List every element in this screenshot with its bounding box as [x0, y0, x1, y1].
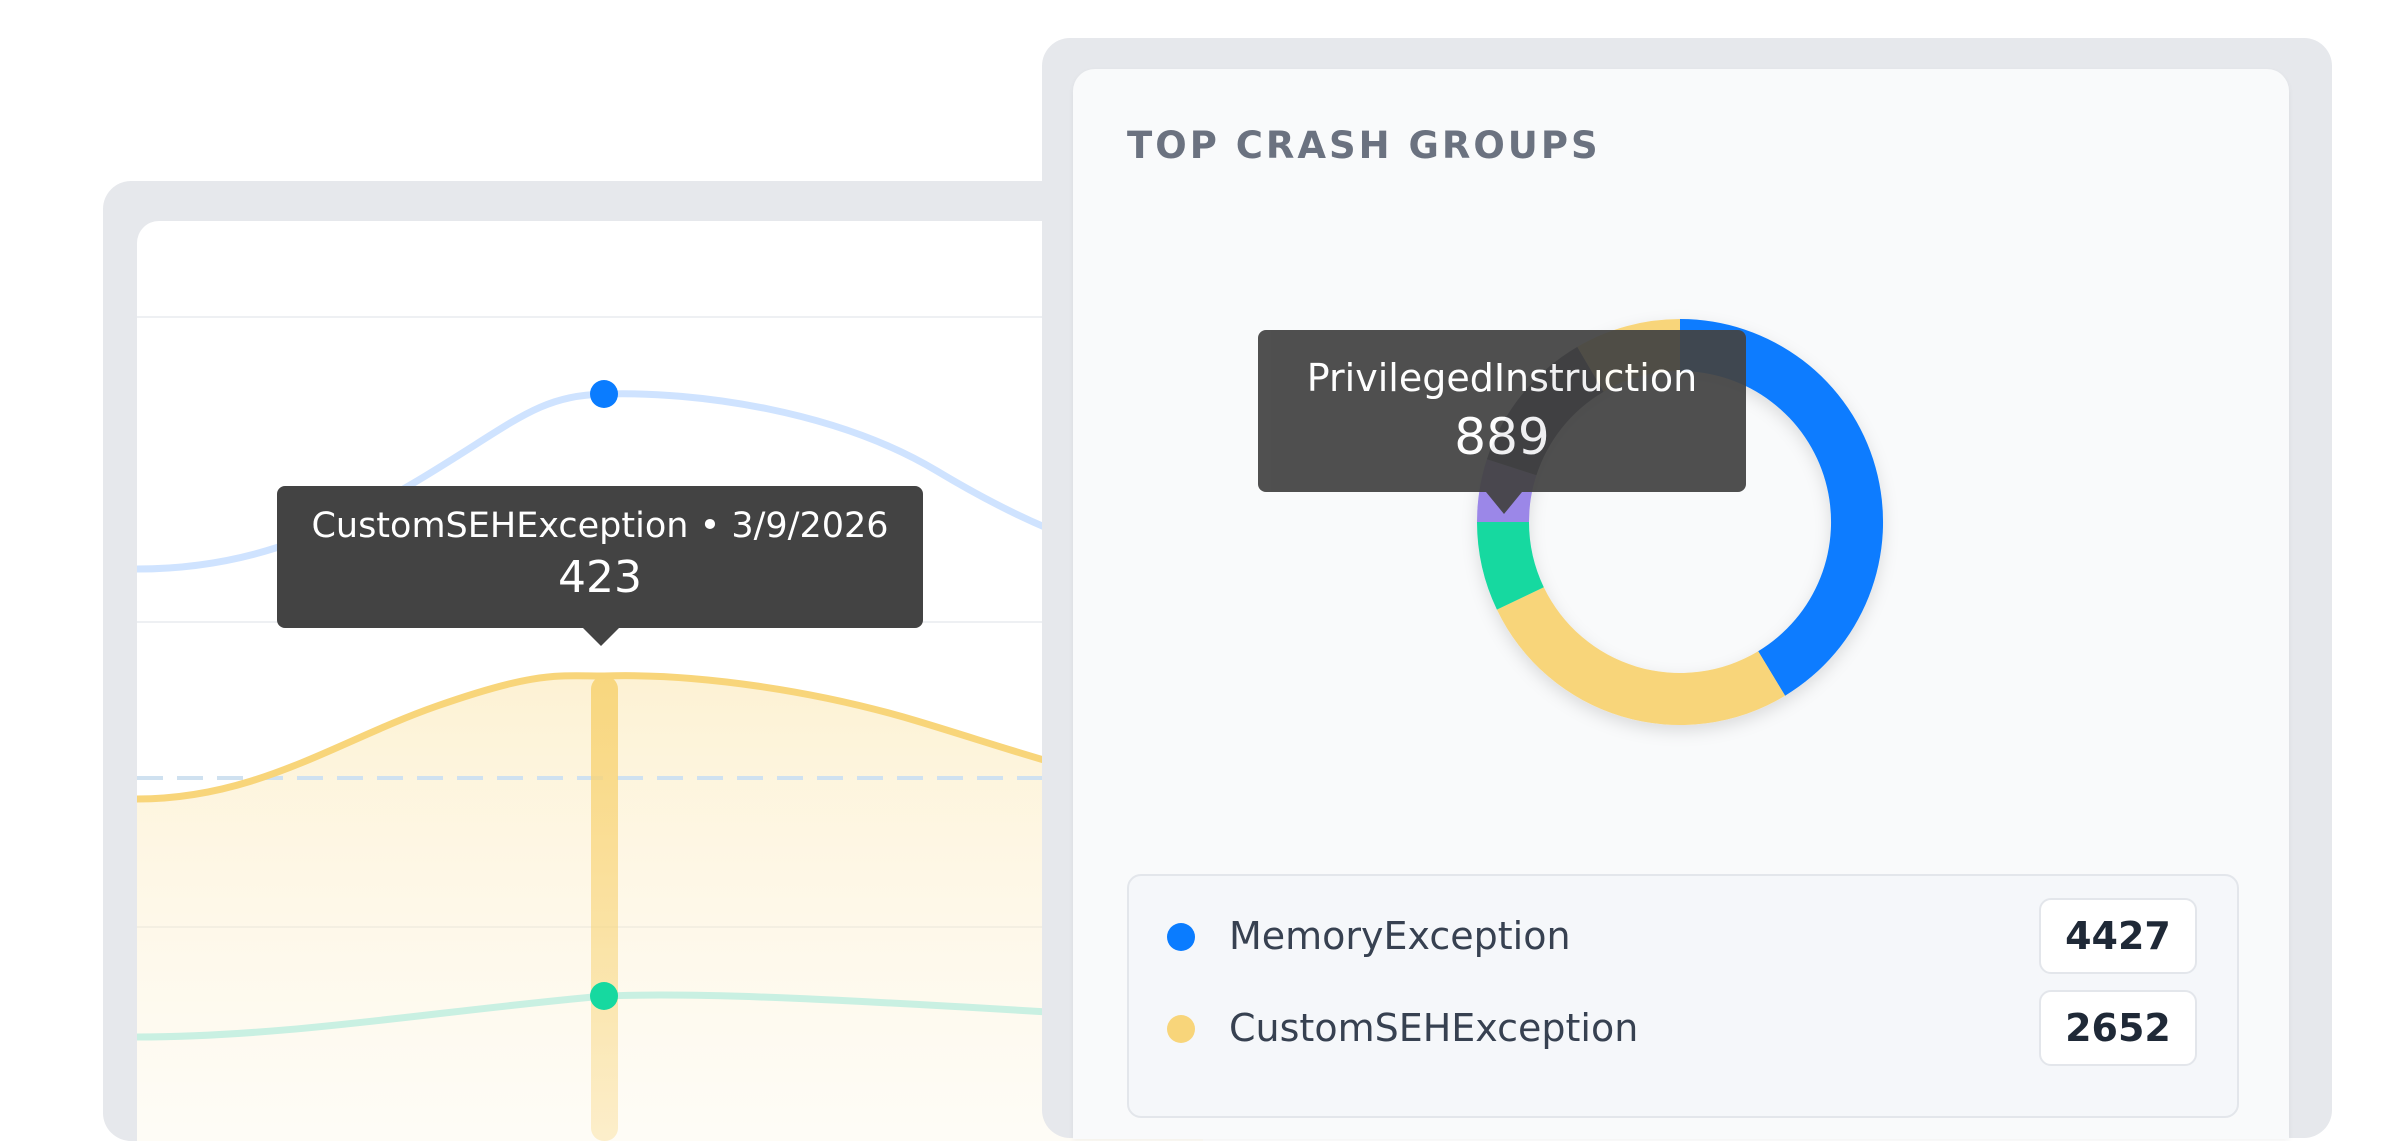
legend-color-dot — [1167, 1015, 1195, 1043]
legend-count-badge: 2652 — [2039, 990, 2197, 1066]
legend-label: MemoryException — [1229, 914, 1571, 958]
memory-exception-point[interactable] — [590, 380, 618, 408]
legend-label: CustomSEHException — [1229, 1006, 1639, 1050]
hover-cursor-bar — [591, 676, 618, 1141]
tooltip-value: 889 — [1454, 408, 1550, 466]
donut-segment-custom-seh-exception[interactable] — [1496, 587, 1786, 726]
tooltip-value: 423 — [558, 552, 642, 603]
crash-groups-title: TOP CRASH GROUPS — [1127, 124, 1601, 167]
legend-count-badge: 4427 — [2039, 898, 2197, 974]
crash-trend-panel-frame — [103, 181, 1203, 1141]
donut-tooltip: PrivilegedInstruction 889 — [1258, 330, 1746, 514]
legend-row-custom-seh-exception[interactable]: CustomSEHException 2652 — [1129, 986, 2237, 1072]
green-series-point[interactable] — [590, 982, 618, 1010]
tooltip-arrow — [1486, 492, 1522, 514]
tooltip-title: PrivilegedInstruction — [1306, 356, 1698, 400]
line-chart-tooltip: CustomSEHException • 3/9/2026 423 — [277, 486, 923, 646]
tooltip-title: CustomSEHException • 3/9/2026 — [311, 506, 889, 546]
legend-row-memory-exception[interactable]: MemoryException 4427 — [1129, 894, 2237, 980]
tooltip-arrow — [583, 628, 619, 646]
legend-color-dot — [1167, 923, 1195, 951]
crash-groups-legend: MemoryException 4427 CustomSEHException … — [1127, 874, 2239, 1118]
